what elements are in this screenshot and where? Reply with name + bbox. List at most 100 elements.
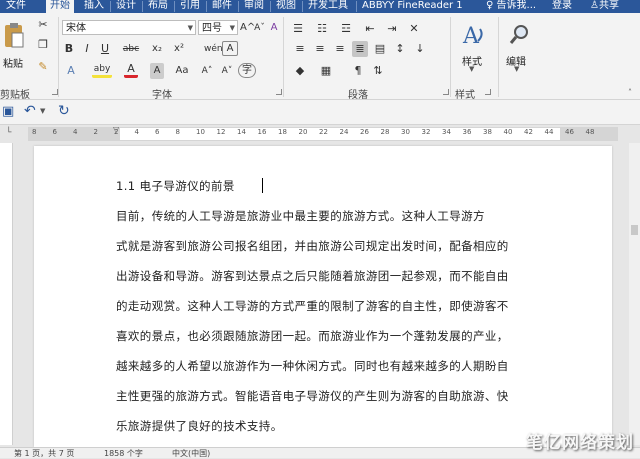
grow-font-button-2[interactable]: A˄ [200, 63, 214, 79]
align-center-icon[interactable]: ≡ [312, 41, 328, 57]
sign-in-link[interactable]: 登录 [548, 0, 576, 13]
person-icon: ♙ [590, 0, 599, 11]
format-painter-icon[interactable]: ✎ [36, 59, 50, 75]
character-border-button[interactable]: A [222, 41, 238, 56]
tab-home[interactable]: 开始 [46, 0, 74, 13]
align-left-icon[interactable]: ≡ [292, 41, 308, 57]
ruler-number: 28 [380, 128, 390, 136]
paste-button[interactable] [2, 21, 26, 51]
word-count[interactable]: 1858 个字 [104, 448, 143, 459]
editing-button[interactable] [506, 21, 534, 49]
heading-1-1[interactable]: 1.1 电子导游仪的前景 [116, 178, 574, 194]
share-button[interactable]: ♙共享 [586, 0, 623, 13]
ruler-number: 22 [319, 128, 328, 136]
ruler-number: 26 [360, 128, 369, 136]
clear-formatting-button[interactable]: A [266, 20, 282, 36]
strikethrough-button[interactable]: abc [120, 41, 142, 57]
multilevel-list-icon[interactable]: ☲ [338, 21, 354, 37]
save-icon[interactable]: ▣ [2, 104, 14, 119]
distribute-icon[interactable]: ▤ [372, 41, 388, 57]
show-marks-icon[interactable]: ¶ [350, 63, 366, 79]
quick-access-toolbar: ▣ ↶ ▼ ↻ [0, 100, 640, 125]
borders-icon[interactable]: ▦ [318, 63, 334, 79]
vertical-scrollbar[interactable] [629, 143, 640, 445]
text-effects-icon[interactable]: A [64, 63, 78, 79]
paragraph-line[interactable]: 式就是游客到旅游公司报名组团，并由旅游公司规定出发时间，配备相应的 [116, 238, 574, 254]
underline-button[interactable]: U [98, 41, 112, 57]
font-launcher-icon[interactable] [276, 89, 282, 95]
grow-font-button[interactable]: A^ [240, 20, 255, 36]
tab-layout[interactable]: 布局 [144, 0, 172, 13]
change-case-button[interactable]: Aa [174, 63, 190, 79]
tab-review[interactable]: 审阅 [240, 0, 268, 13]
ruler-number: 8 [32, 128, 37, 136]
tab-design[interactable]: 设计 [112, 0, 140, 13]
watermark: 笔亿网络策划 [526, 433, 634, 453]
superscript-button[interactable]: x² [172, 41, 186, 57]
tab-abbyy[interactable]: ABBYY FineReader 1 [358, 0, 467, 13]
redo-icon[interactable]: ↻ [58, 103, 70, 119]
language-indicator[interactable]: 中文(中国) [172, 448, 210, 459]
paragraph-line[interactable]: 目前，传统的人工导游是旅游业中最主要的旅游方式。这种人工导游方 [116, 208, 574, 224]
font-color-button[interactable]: A [124, 63, 138, 78]
phonetic-guide-button[interactable]: wén [204, 41, 223, 57]
decrease-indent-icon[interactable]: ⇤ [362, 21, 378, 37]
shrink-font-button-2[interactable]: A˅ [220, 63, 234, 79]
font-size-combo[interactable]: 四号 ▼ [198, 20, 238, 35]
numbering-icon[interactable]: ☷ [314, 21, 330, 37]
subscript-button[interactable]: x₂ [150, 41, 164, 57]
bullets-icon[interactable]: ☰ [290, 21, 306, 37]
paragraph-line[interactable]: 乐旅游提供了良好的技术支持。 [116, 418, 574, 434]
paragraph-line[interactable]: 喜欢的景点，也必须跟随旅游团一起。而旅游业作为一个蓬勃发展的产业， [116, 328, 574, 344]
document-page[interactable]: 1.1 电子导游仪的前景 目前，传统的人工导游是旅游业中最主要的旅游方式。这种人… [34, 146, 612, 447]
justify-icon[interactable]: ≣ [352, 41, 368, 57]
tab-file[interactable]: 文件 [2, 0, 30, 13]
paragraph-line[interactable]: 越来越多的人希望以旅游作为一种休闲方式。同时也有越来越多的人期盼自 [116, 358, 574, 374]
paragraph-line[interactable]: 出游设备和导游。游客到达景点之后只能随着旅游团一起参观，而不能自由 [116, 268, 574, 284]
tab-references[interactable]: 引用 [176, 0, 204, 13]
cut-icon[interactable]: ✂ [36, 17, 50, 33]
tab-developer[interactable]: 开发工具 [304, 0, 352, 13]
paragraph-line[interactable]: 的走动观赏。这种人工导游的方式严重的限制了游客的自主性，即使游客不 [116, 298, 574, 314]
text-cursor [262, 178, 263, 193]
vertical-ruler[interactable] [0, 143, 13, 445]
styles-icon: A [462, 24, 483, 49]
tab-mailings[interactable]: 邮件 [208, 0, 236, 13]
increase-indent-icon[interactable]: ⇥ [384, 21, 400, 37]
tab-view[interactable]: 视图 [272, 0, 300, 13]
styles-launcher-icon[interactable] [485, 89, 491, 95]
tab-selector-icon[interactable]: └ [6, 128, 11, 138]
shading-icon[interactable]: ◆ [292, 63, 308, 79]
horizontal-ruler[interactable]: 8 6 4 2 2 4 6 8 10 12 14 16 18 20 22 24 26 28 30 32 34 36 38 40… [28, 125, 618, 141]
tell-me-box[interactable]: ♀ 告诉我... [482, 0, 540, 13]
ruler-number: 12 [216, 128, 226, 136]
asian-layout-icon[interactable]: ✕ [406, 21, 422, 37]
highlight-color-button[interactable]: aby [92, 63, 112, 78]
font-name-combo[interactable]: 宋体 ▼ [62, 20, 196, 35]
tab-insert[interactable]: 插入 [80, 0, 108, 13]
align-right-icon[interactable]: ≡ [332, 41, 348, 57]
page-count[interactable]: 第 1 页，共 7 页 [14, 448, 74, 459]
text-direction-icon[interactable]: ⇅ [370, 63, 386, 79]
paragraph-launcher-icon[interactable] [443, 89, 449, 95]
shrink-font-button[interactable]: Aˇ [253, 20, 266, 36]
character-shading-button[interactable]: A [150, 63, 164, 79]
paragraph-line[interactable]: 主性更强的旅游方式。智能语音电子导游仪的产生则为游客的自助旅游、快 [116, 388, 574, 404]
chevron-down-icon: ▼ [187, 24, 193, 32]
bold-button[interactable]: B [62, 41, 76, 57]
indent-marker-icon[interactable]: ▽ [113, 125, 119, 134]
chevron-down-icon[interactable]: ▼ [40, 107, 45, 115]
undo-icon[interactable]: ↶ [24, 103, 36, 119]
ruler-number: 6 [155, 128, 160, 136]
ruler-number: 40 [503, 128, 513, 136]
sort-icon[interactable]: ↓ [412, 41, 428, 57]
collapse-ribbon-icon[interactable]: ˄ [628, 88, 632, 97]
ruler-number: 8 [175, 128, 180, 136]
line-spacing-icon[interactable]: ↕ [392, 41, 408, 57]
clipboard-icon [5, 23, 24, 48]
scroll-thumb[interactable] [631, 225, 638, 235]
copy-icon[interactable]: ❐ [36, 37, 50, 53]
italic-button[interactable]: I [80, 41, 94, 57]
styles-button[interactable]: A [456, 21, 490, 49]
enclose-characters-button[interactable]: 字 [238, 63, 256, 78]
